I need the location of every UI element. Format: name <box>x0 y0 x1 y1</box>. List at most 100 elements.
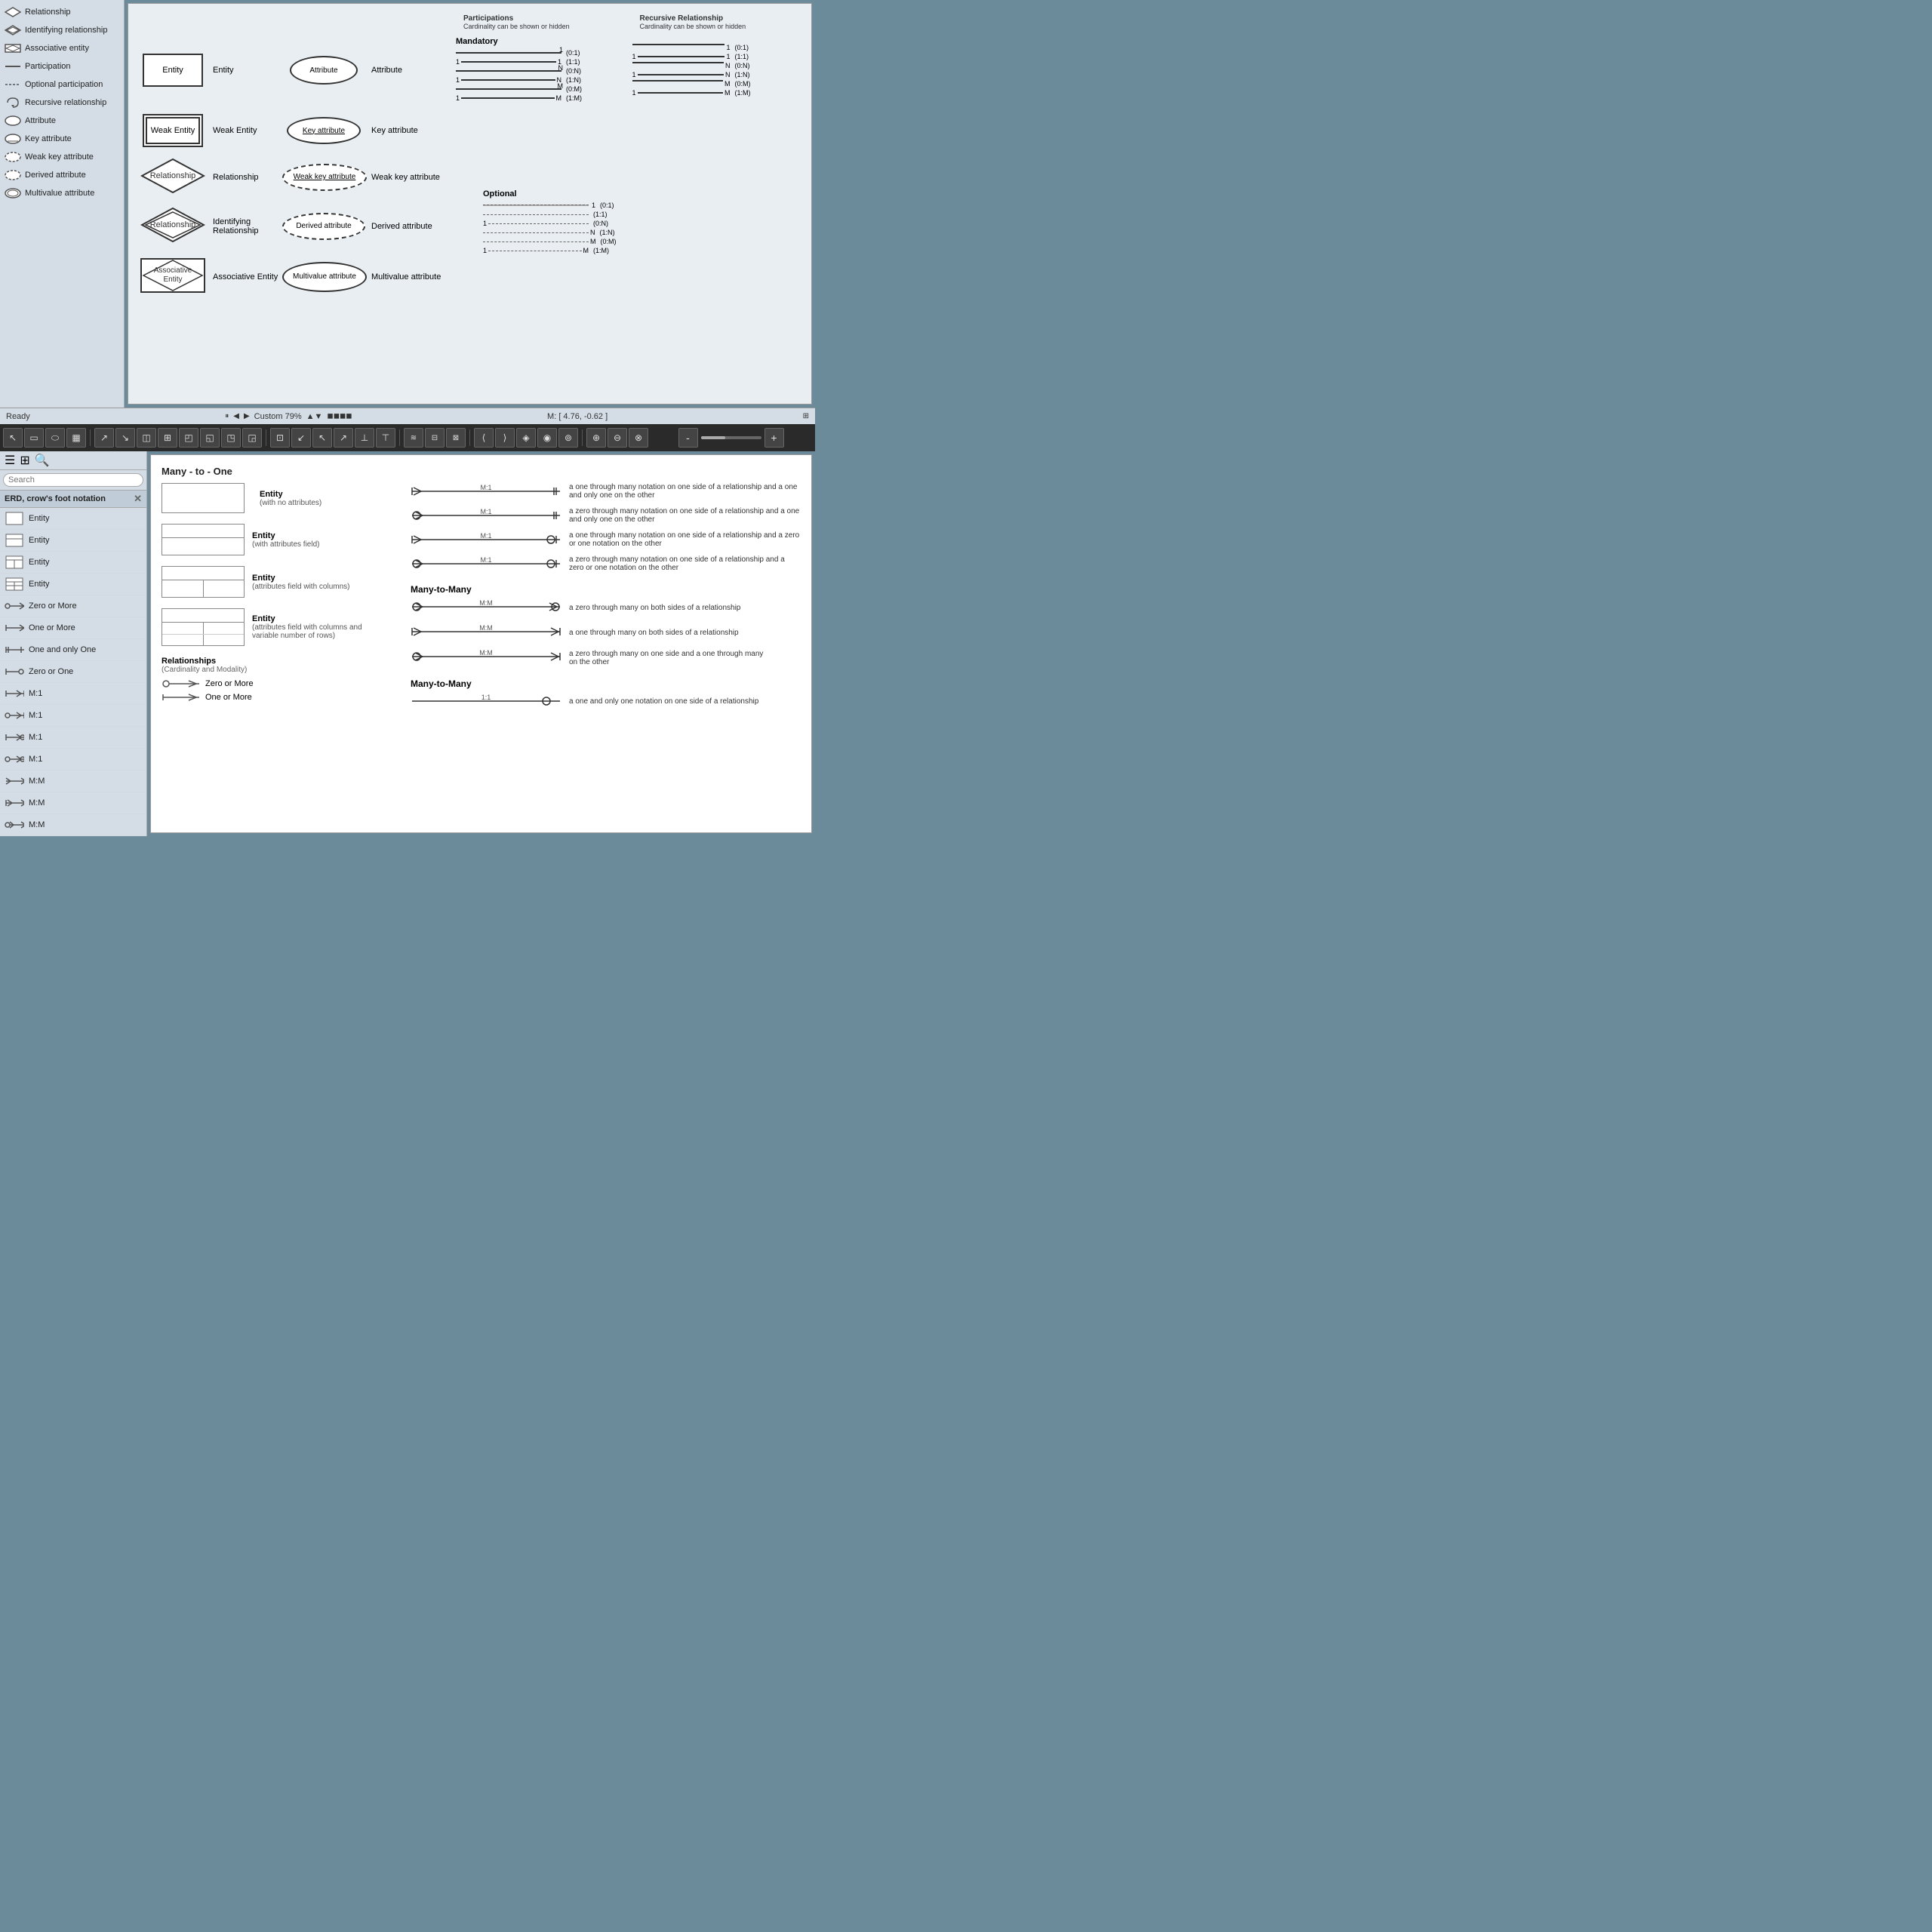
toolbar-zoom-plus[interactable]: + <box>764 428 784 448</box>
toolbar-c2[interactable]: ↙ <box>291 428 311 448</box>
derived-attr-shape: Derived attribute <box>282 213 365 240</box>
sidebar-item-participation[interactable]: Participation <box>0 57 124 75</box>
sidebar-item-entity-4[interactable]: Entity <box>0 574 146 595</box>
toolbar-rect[interactable]: ▭ <box>24 428 44 448</box>
sidebar-item-m1-1[interactable]: M:1 <box>0 683 146 705</box>
m1-rel-2-desc: a zero through many notation on one side… <box>569 507 801 524</box>
sidebar-item-associative-entity[interactable]: Associative entity <box>0 39 124 57</box>
search-input[interactable] <box>3 473 143 487</box>
sidebar-item-entity-2[interactable]: Entity <box>0 530 146 552</box>
toolbar-arrow[interactable]: ↘ <box>115 428 135 448</box>
toolbar-e4[interactable]: ◉ <box>537 428 557 448</box>
mm-rel-1: M:M a zero through many on both sides of… <box>411 599 801 617</box>
toolbar-c6[interactable]: ⊤ <box>376 428 395 448</box>
sidebar-menu-icon[interactable]: ☰ <box>3 453 17 468</box>
sidebar-item-one-only[interactable]: One and only One <box>0 639 146 661</box>
toolbar-c3[interactable]: ↖ <box>312 428 332 448</box>
associative-entity-shape: Associative Entity <box>140 256 205 295</box>
toolbar-table[interactable]: ▦ <box>66 428 86 448</box>
status-ready: Ready <box>6 412 30 421</box>
key-attribute-label: Key attribute <box>365 126 448 135</box>
mm-2-icon <box>5 795 24 811</box>
toolbar-zoom-minus[interactable]: - <box>678 428 698 448</box>
entity-attr-cols: Entity (attributes field with columns) <box>162 566 395 598</box>
svg-text:M:M: M:M <box>479 649 493 657</box>
toolbar-zoom-out[interactable]: ⊖ <box>608 428 627 448</box>
toolbar-e2[interactable]: ⟩ <box>495 428 515 448</box>
toolbar-ellipse[interactable]: ⬭ <box>45 428 65 448</box>
sidebar-grid-icon[interactable]: ⊞ <box>18 453 31 468</box>
svg-text:M:M: M:M <box>479 624 493 632</box>
toolbar-c5[interactable]: ⊥ <box>355 428 374 448</box>
sidebar-item-mm-1[interactable]: M:M <box>0 771 146 792</box>
sidebar-top: Relationship Identifying relationship As… <box>0 0 125 408</box>
sidebar-item-key-attribute[interactable]: Key attribute <box>0 130 124 148</box>
derived-attribute-icon <box>5 168 21 182</box>
sidebar-search-icon[interactable]: 🔍 <box>33 453 51 468</box>
sidebar-item-entity-3[interactable]: Entity <box>0 552 146 574</box>
toolbar-zoom-in[interactable]: ⊕ <box>586 428 606 448</box>
sidebar-bottom: ☰ ⊞ 🔍 ERD, crow's foot notation ✕ Entity… <box>0 451 147 836</box>
mm-rel-3-desc: a zero through many on one side and a on… <box>569 650 763 666</box>
entity-box-no-attr <box>162 483 245 513</box>
toolbar-b3[interactable]: ◲ <box>242 428 262 448</box>
sidebar-item-mm-3[interactable]: M:M <box>0 814 146 836</box>
sidebar-item-m1-3[interactable]: M:1 <box>0 727 146 749</box>
zoom-label[interactable]: Custom 79% <box>254 412 302 421</box>
relationship-icon <box>5 5 21 19</box>
close-group-btn[interactable]: ✕ <box>134 493 142 505</box>
m1-rel-2: M:1 a zero through many notation on one … <box>411 507 801 524</box>
key-attribute-shape: Key attribute <box>287 117 361 144</box>
svg-text:Entity: Entity <box>163 275 182 284</box>
associative-entity-label: Associative Entity <box>207 272 282 281</box>
sidebar-item-derived-attribute[interactable]: Derived attribute <box>0 166 124 184</box>
toolbar-zoom-fit[interactable]: ⊗ <box>629 428 648 448</box>
multivalue-attribute-icon <box>5 186 21 200</box>
mm-3-icon <box>5 817 24 832</box>
zoom-slider[interactable] <box>701 436 761 439</box>
m1-4-icon <box>5 752 24 767</box>
sidebar-item-optional-participation[interactable]: Optional participation <box>0 75 124 94</box>
sidebar-item-attribute[interactable]: Attribute <box>0 112 124 130</box>
sidebar-item-weak-key-attribute[interactable]: Weak key attribute <box>0 148 124 166</box>
many-to-one-section: M:1 a one through many notation on one s… <box>411 483 801 572</box>
sidebar-item-entity-1[interactable]: Entity <box>0 508 146 530</box>
toolbar-e5[interactable]: ⊚ <box>558 428 578 448</box>
sidebar-item-one-more[interactable]: One or More <box>0 617 146 639</box>
sidebar-item-zero-more[interactable]: Zero or More <box>0 595 146 617</box>
sidebar-item-relationship[interactable]: Relationship <box>0 3 124 21</box>
toolbar-grid[interactable]: ⊞ <box>158 428 177 448</box>
associative-entity-icon <box>5 42 21 55</box>
svg-text:M:1: M:1 <box>480 532 491 540</box>
toolbar-connect[interactable]: ↗ <box>94 428 114 448</box>
optional-label: Optional <box>483 189 617 198</box>
toolbar-e1[interactable]: ⟨ <box>474 428 494 448</box>
sidebar-item-recursive-relationship[interactable]: Recursive relationship <box>0 94 124 112</box>
toolbar-multi[interactable]: ◫ <box>137 428 156 448</box>
entity-2-icon <box>5 533 24 548</box>
sidebar-item-m1-2[interactable]: M:1 <box>0 705 146 727</box>
toolbar-d2[interactable]: ⊟ <box>425 428 445 448</box>
sidebar-item-m1-4[interactable]: M:1 <box>0 749 146 771</box>
derived-attr-label: Derived attribute <box>365 222 448 231</box>
one-to-one-row: 1:1 a one and only one notation on one s… <box>411 694 801 709</box>
toolbar-split[interactable]: ◰ <box>179 428 198 448</box>
toolbar-b2[interactable]: ◳ <box>221 428 241 448</box>
toolbar-select[interactable]: ↖ <box>3 428 23 448</box>
entity-box-rows <box>162 608 245 646</box>
many-to-many-title: Many-to-Many <box>411 584 801 595</box>
toolbar-e3[interactable]: ◈ <box>516 428 536 448</box>
toolbar-d1[interactable]: ≋ <box>404 428 423 448</box>
svg-text:M:1: M:1 <box>480 556 491 564</box>
sidebar-item-zero-one[interactable]: Zero or One <box>0 661 146 683</box>
sidebar-item-mm-2[interactable]: M:M <box>0 792 146 814</box>
toolbar-c1[interactable]: ⊡ <box>270 428 290 448</box>
sidebar-item-identifying-relationship[interactable]: Identifying relationship <box>0 21 124 39</box>
mm-1-icon <box>5 774 24 789</box>
entity-attr-rows: Entity (attributes field with columns an… <box>162 608 395 646</box>
sidebar-item-multivalue-attribute[interactable]: Multivalue attribute <box>0 184 124 202</box>
recursive-sub: Cardinality can be shown or hidden <box>640 23 746 30</box>
toolbar-c4[interactable]: ↗ <box>334 428 353 448</box>
toolbar-b1[interactable]: ◱ <box>200 428 220 448</box>
toolbar-d3[interactable]: ⊠ <box>446 428 466 448</box>
